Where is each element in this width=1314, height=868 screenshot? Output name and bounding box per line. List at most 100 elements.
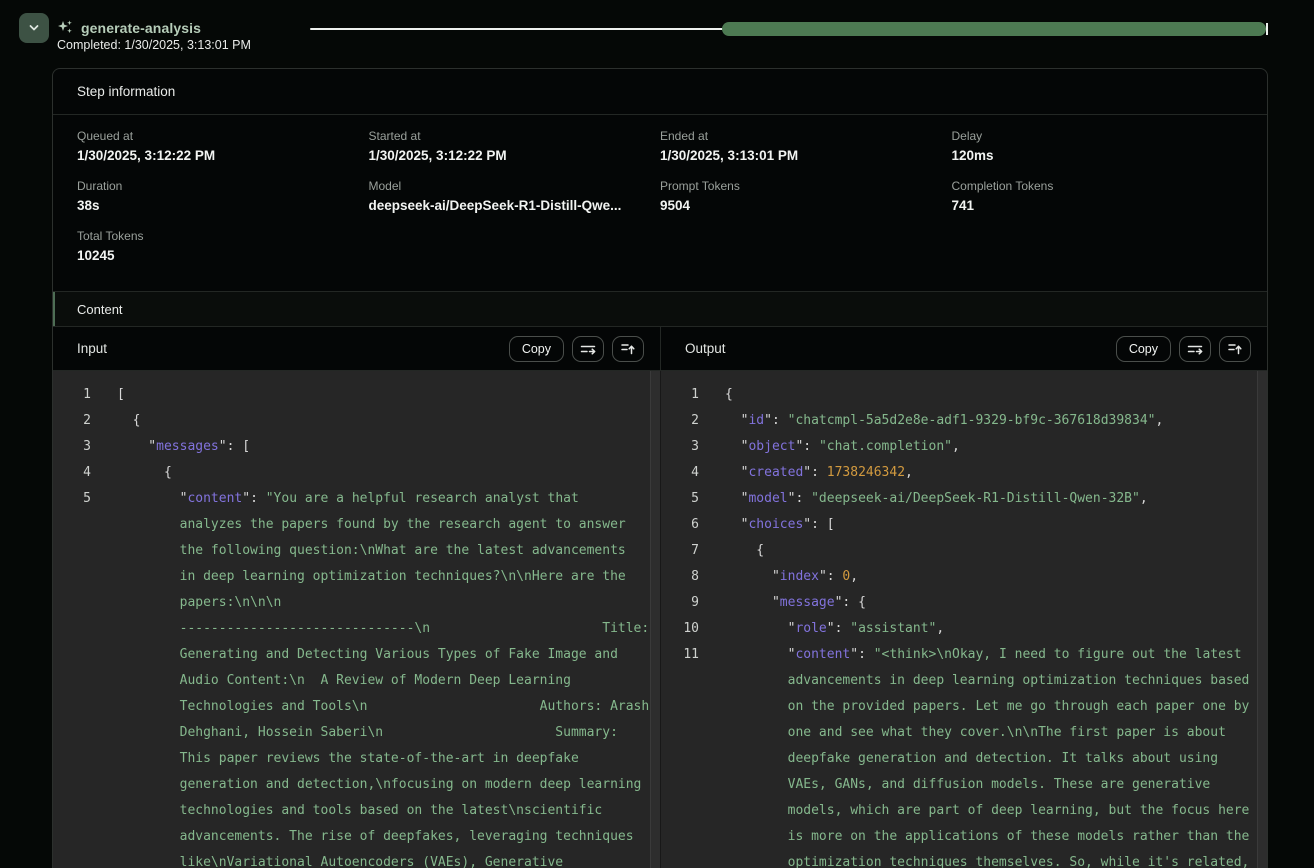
io-code-area: 1[2 {3 "messages": [4 {5 "content": "You… — [53, 371, 1267, 868]
code-line: Generating and Detecting Various Types o… — [53, 642, 660, 668]
field-label: Queued at — [77, 129, 369, 143]
code-text: in deep learning optimization techniques… — [91, 564, 626, 590]
wrap-text-icon — [579, 341, 597, 357]
code-line: models, which are part of deep learning,… — [661, 798, 1267, 824]
code-text: "object": "chat.completion", — [699, 434, 960, 460]
code-line: 1{ — [661, 382, 1267, 408]
code-text: deepfake generation and detection. It ta… — [699, 746, 1218, 772]
line-number: 3 — [53, 434, 91, 460]
code-line: 4 "created": 1738246342, — [661, 460, 1267, 486]
code-text: { — [91, 460, 172, 486]
timeline-step-span[interactable] — [722, 22, 1266, 36]
output-scrollbar[interactable] — [1257, 371, 1267, 868]
code-text: { — [699, 538, 764, 564]
step-details-panel: Step information Queued at1/30/2025, 3:1… — [52, 68, 1268, 868]
code-line: 10 "role": "assistant", — [661, 616, 1267, 642]
code-line: deepfake generation and detection. It ta… — [661, 746, 1267, 772]
line-number — [661, 668, 699, 694]
output-copy-button[interactable]: Copy — [1116, 336, 1171, 362]
line-number — [53, 772, 91, 798]
output-wrap-text-button[interactable] — [1179, 336, 1211, 362]
field-value: 120ms — [952, 148, 1244, 163]
line-number: 3 — [661, 434, 699, 460]
field-label: Model — [369, 179, 661, 193]
code-text: Technologies and Tools\n Authors: Arash — [91, 694, 649, 720]
code-text: Generating and Detecting Various Types o… — [91, 642, 618, 668]
step-field: Completion Tokens741 — [952, 179, 1244, 213]
step-field: Delay120ms — [952, 129, 1244, 163]
input-code-pane[interactable]: 1[2 {3 "messages": [4 {5 "content": "You… — [53, 371, 660, 868]
code-line: 11 "content": "<think>\nOkay, I need to … — [661, 642, 1267, 668]
field-label: Started at — [369, 129, 661, 143]
line-number — [53, 538, 91, 564]
code-lines-output: 1{2 "id": "chatcmpl-5a5d2e8e-adf1-9329-b… — [661, 382, 1267, 868]
code-line: 3 "object": "chat.completion", — [661, 434, 1267, 460]
code-line: analyzes the papers found by the researc… — [53, 512, 660, 538]
step-field: Prompt Tokens9504 — [660, 179, 952, 213]
code-line: VAEs, GANs, and diffusion models. These … — [661, 772, 1267, 798]
timeline-end-tick — [1266, 23, 1268, 35]
input-scroll-to-top-button[interactable] — [612, 336, 644, 362]
field-label: Total Tokens — [77, 229, 369, 243]
output-code-pane[interactable]: 1{2 "id": "chatcmpl-5a5d2e8e-adf1-9329-b… — [660, 371, 1267, 868]
line-number — [53, 798, 91, 824]
scroll-to-top-icon — [1226, 341, 1244, 357]
code-text: ------------------------------\n Title: — [91, 616, 649, 642]
code-text: the following question:\nWhat are the la… — [91, 538, 626, 564]
code-line: 3 "messages": [ — [53, 434, 660, 460]
step-field: Total Tokens10245 — [77, 229, 369, 263]
step-information-header: Step information — [53, 69, 1267, 115]
code-text: { — [699, 382, 733, 408]
step-information-title: Step information — [77, 84, 175, 99]
code-text: Dehghani, Hossein Saberi\n Summary: — [91, 720, 618, 746]
input-title: Input — [77, 341, 107, 356]
step-fields: Queued at1/30/2025, 3:12:22 PMStarted at… — [53, 115, 1267, 291]
code-text: "id": "chatcmpl-5a5d2e8e-adf1-9329-bf9c-… — [699, 408, 1163, 434]
code-text: Audio Content:\n A Review of Modern Deep… — [91, 668, 571, 694]
field-label: Duration — [77, 179, 369, 193]
content-section-header[interactable]: Content — [53, 291, 1267, 327]
field-value: 741 — [952, 198, 1244, 213]
step-title: generate-analysis — [81, 20, 201, 36]
line-number — [53, 616, 91, 642]
line-number — [661, 772, 699, 798]
line-number: 5 — [53, 486, 91, 512]
output-panel-header: Output Copy — [660, 327, 1267, 370]
code-lines-input: 1[2 {3 "messages": [4 {5 "content": "You… — [53, 382, 660, 868]
code-line: 1[ — [53, 382, 660, 408]
code-line: Audio Content:\n A Review of Modern Deep… — [53, 668, 660, 694]
line-number — [53, 694, 91, 720]
line-number: 11 — [661, 642, 699, 668]
code-line: in deep learning optimization techniques… — [53, 564, 660, 590]
line-number: 4 — [661, 460, 699, 486]
run-header: generate-analysis Completed: 1/30/2025, … — [0, 0, 1314, 56]
output-scroll-to-top-button[interactable] — [1219, 336, 1251, 362]
code-text: "created": 1738246342, — [699, 460, 913, 486]
code-line: 8 "index": 0, — [661, 564, 1267, 590]
line-number: 8 — [661, 564, 699, 590]
code-text: advancements. The rise of deepfakes, lev… — [91, 824, 634, 850]
output-title: Output — [685, 341, 726, 356]
code-text: "role": "assistant", — [699, 616, 944, 642]
line-number — [53, 720, 91, 746]
step-field: Queued at1/30/2025, 3:12:22 PM — [77, 129, 369, 163]
code-text: { — [91, 408, 140, 434]
code-line: 9 "message": { — [661, 590, 1267, 616]
line-number: 1 — [661, 382, 699, 408]
line-number — [53, 512, 91, 538]
code-line: 5 "model": "deepseek-ai/DeepSeek-R1-Dist… — [661, 486, 1267, 512]
line-number — [53, 642, 91, 668]
line-number: 10 — [661, 616, 699, 642]
code-text: "content": "<think>\nOkay, I need to fig… — [699, 642, 1242, 668]
input-scrollbar[interactable] — [650, 371, 660, 868]
input-wrap-text-button[interactable] — [572, 336, 604, 362]
code-text: like\nVariational Autoencoders (VAEs), G… — [91, 850, 563, 868]
code-text: one and see what they cover.\n\nThe firs… — [699, 720, 1226, 746]
step-completed-timestamp: Completed: 1/30/2025, 3:13:01 PM — [57, 38, 251, 52]
scroll-to-top-icon — [619, 341, 637, 357]
input-copy-button[interactable]: Copy — [509, 336, 564, 362]
line-number — [661, 746, 699, 772]
collapse-step-button[interactable] — [19, 13, 49, 43]
code-line: 2 "id": "chatcmpl-5a5d2e8e-adf1-9329-bf9… — [661, 408, 1267, 434]
line-number — [661, 850, 699, 868]
